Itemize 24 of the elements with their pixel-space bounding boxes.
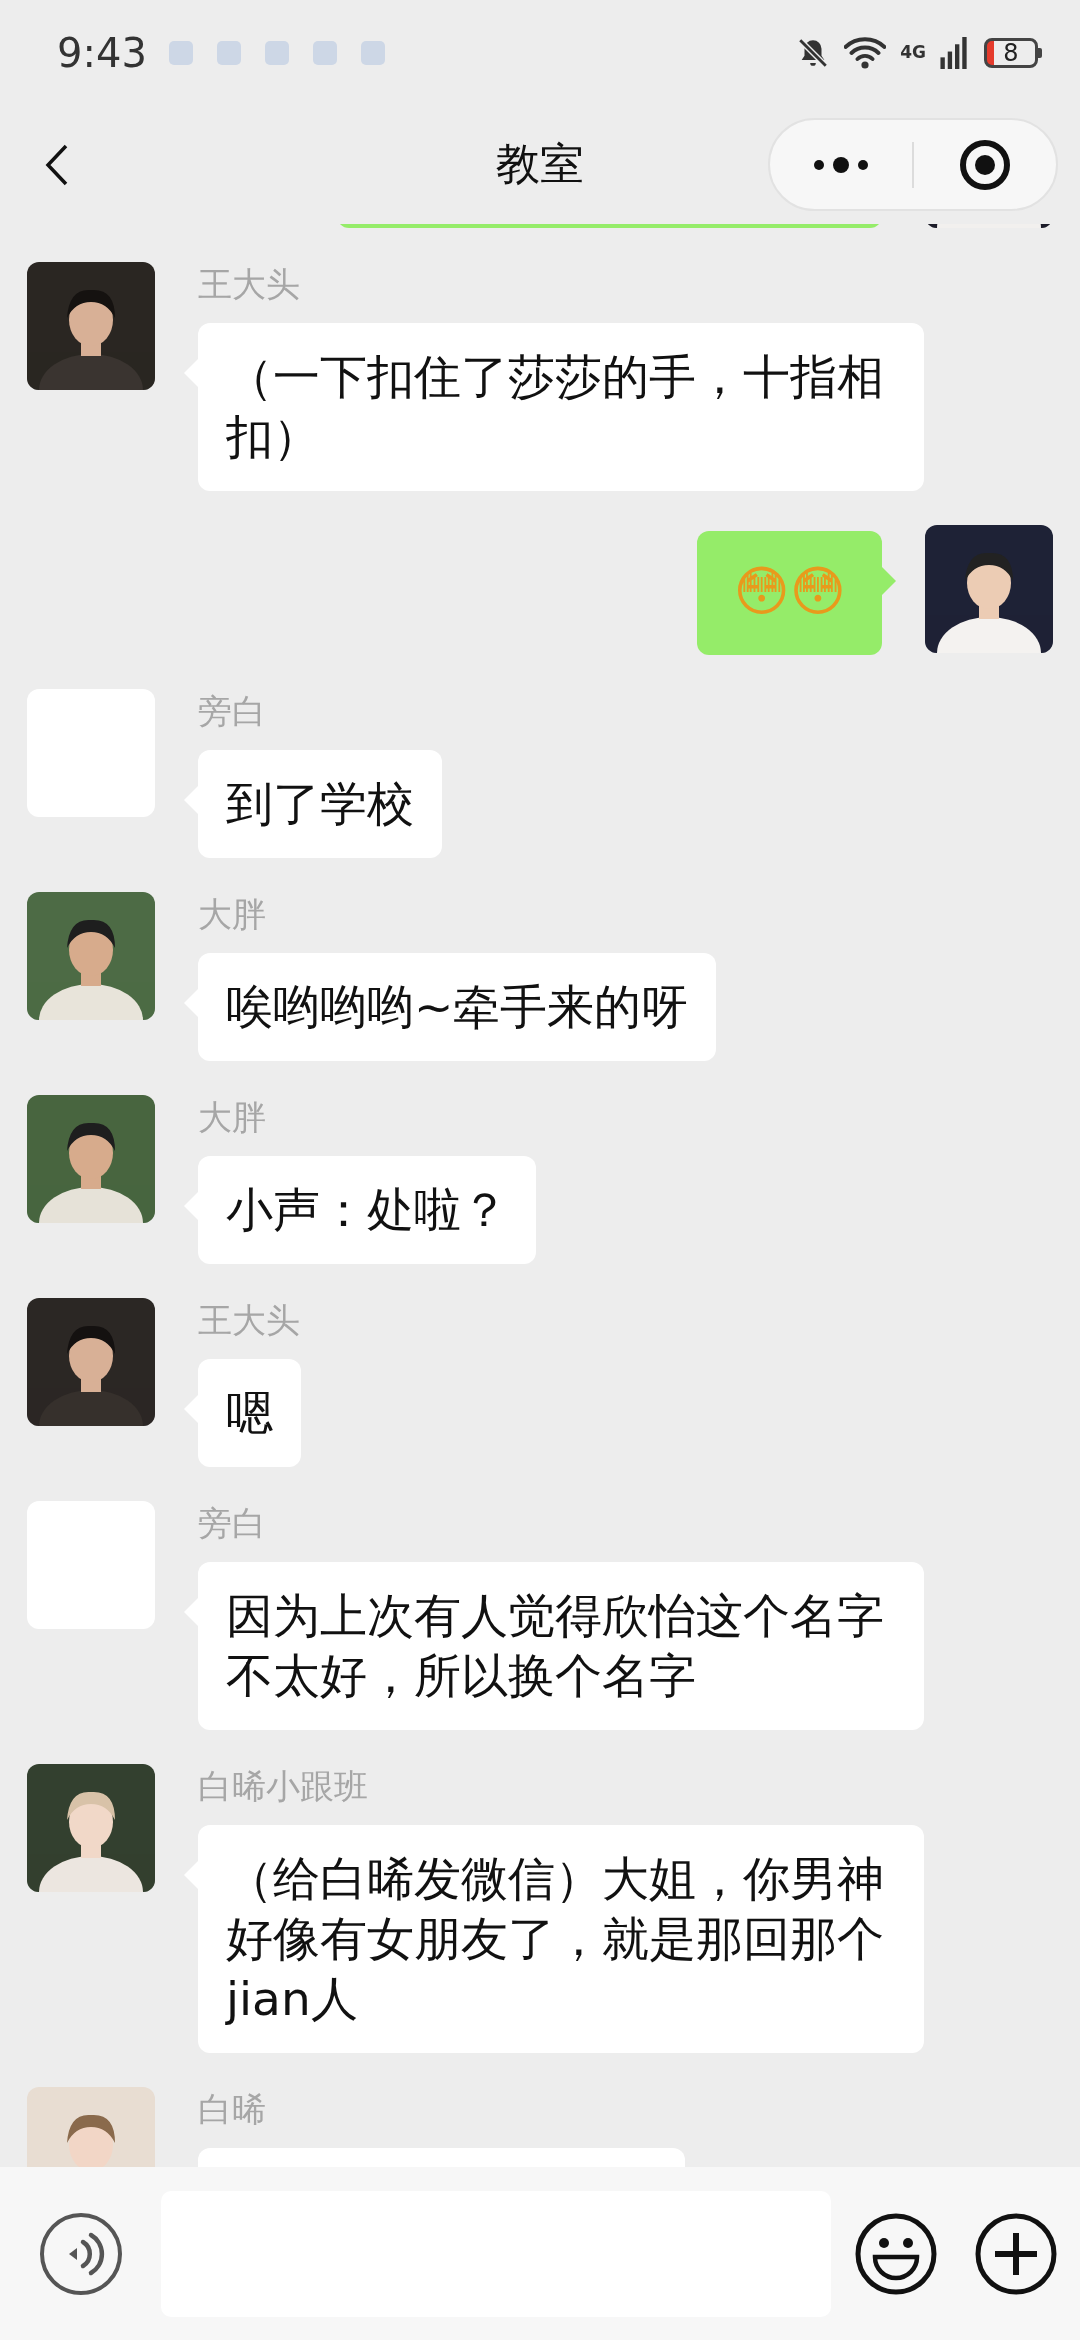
sender-name: 大胖 (198, 893, 266, 936)
sender-name: 白晞小跟班 (198, 1765, 368, 1808)
sender-name: 旁白 (198, 690, 266, 733)
sender-name: 旁白 (198, 1502, 266, 1545)
chat-title: 教室 (496, 137, 584, 191)
sender-name: 王大头 (198, 263, 300, 306)
battery-icon: 8 (984, 37, 1038, 68)
sender-name: 大胖 (198, 1096, 266, 1139)
notification-icon (216, 40, 241, 65)
notification-icon (168, 40, 193, 65)
notification-icon (312, 40, 337, 65)
plus-icon[interactable] (975, 2212, 1057, 2295)
network-label: 4G (900, 44, 926, 61)
sender-name: 王大头 (198, 1299, 300, 1342)
wifi-icon (844, 35, 887, 70)
target-icon[interactable] (958, 137, 1012, 192)
more-icon[interactable] (811, 154, 871, 175)
clock: 9:43 (57, 29, 147, 76)
notification-icon (264, 40, 289, 65)
signal-icon (940, 36, 970, 69)
voice-icon[interactable] (39, 2211, 123, 2296)
notification-icon (360, 40, 385, 65)
emoji-icon[interactable] (855, 2212, 937, 2295)
sender-name: 白晞 (198, 2088, 266, 2131)
